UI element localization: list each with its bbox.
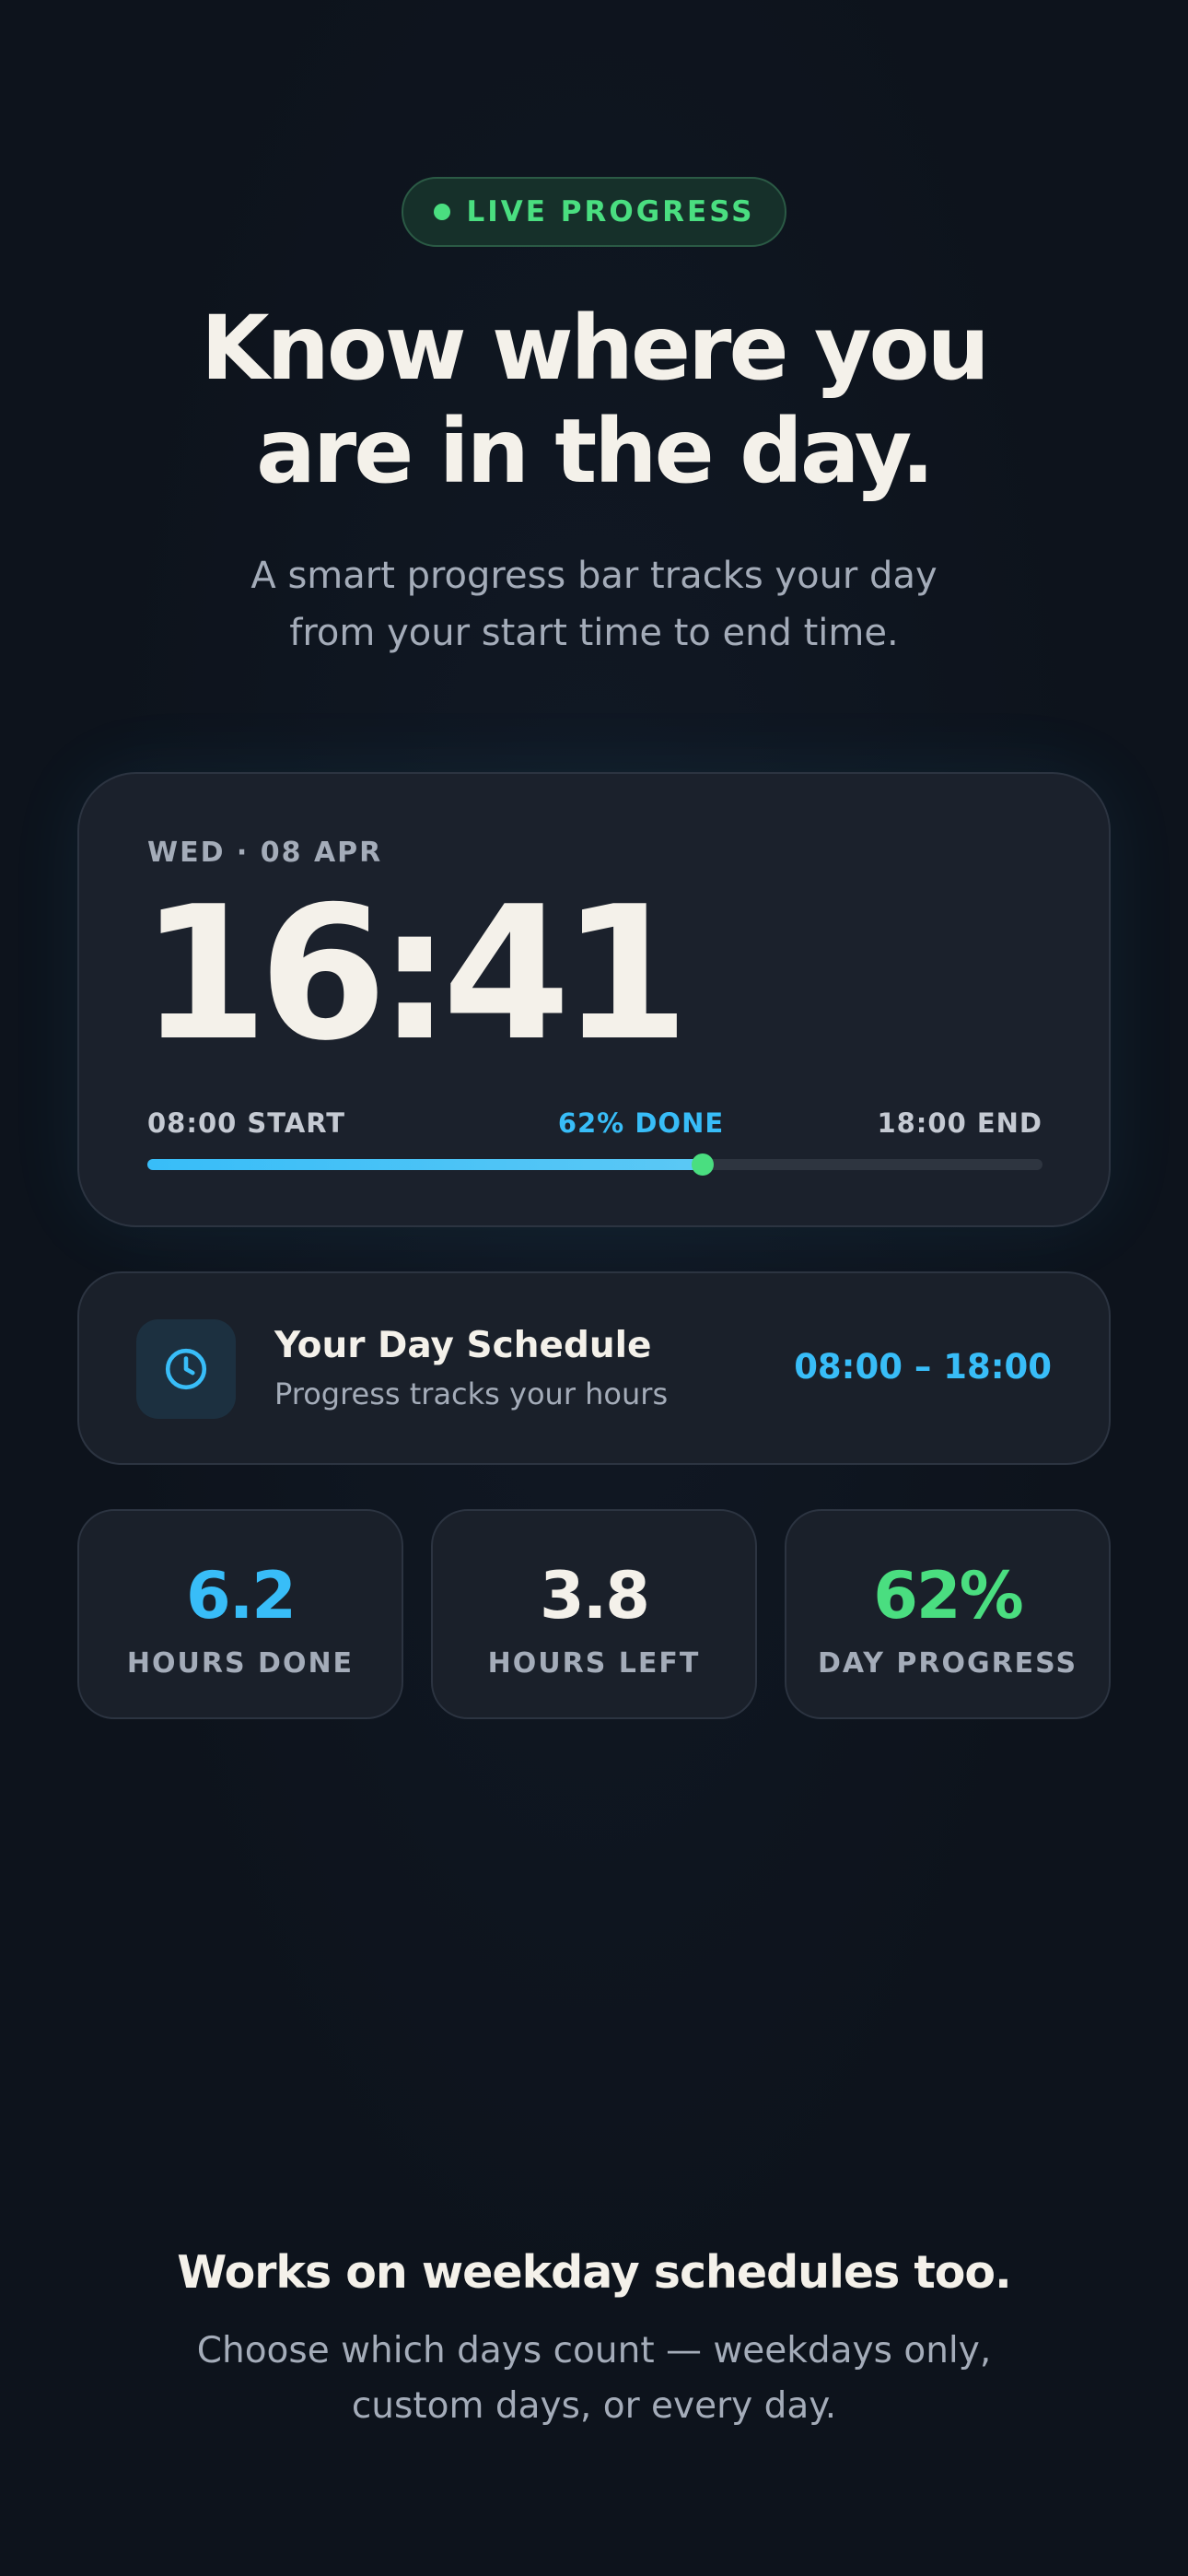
page: LIVE PROGRESS Know where you are in the … [0, 0, 1188, 2576]
stat-value: 3.8 [539, 1558, 650, 1633]
schedule-icon-tile [136, 1319, 236, 1419]
subtitle-line-2: from your start time to end time. [289, 612, 899, 654]
section-subtitle-line-2: custom days, or every day. [351, 2385, 837, 2427]
page-title: Know where you are in the day. [0, 297, 1188, 503]
section-subtitle-line-1: Choose which days count — weekdays only, [196, 2330, 992, 2371]
day-progress-fill [147, 1159, 703, 1170]
stat-label: HOURS DONE [126, 1647, 355, 1680]
title-line-2: are in the day. [256, 400, 935, 503]
stat-value: 6.2 [185, 1558, 297, 1633]
title-line-1: Know where you [201, 297, 990, 400]
clock-time: 16:41 [140, 867, 690, 1082]
schedule-title: Your Day Schedule [274, 1325, 652, 1366]
progress-knob-icon [691, 1153, 714, 1176]
clock-icon [165, 1348, 207, 1390]
stat-hours-left: 3.8 HOURS LEFT [431, 1509, 757, 1719]
live-dot-icon [433, 204, 450, 220]
schedule-range: 08:00 – 18:00 [794, 1347, 1052, 1387]
subtitle-line-1: A smart progress bar tracks your day [250, 555, 938, 597]
section-title: Works on weekday schedules too. [177, 2246, 1011, 2299]
day-progress-track [147, 1153, 1042, 1176]
start-time-label: 08:00 START [147, 1107, 346, 1139]
schedule-card[interactable]: Your Day Schedule Progress tracks your h… [77, 1271, 1111, 1465]
stat-value: 62% [873, 1558, 1024, 1633]
stat-label: HOURS LEFT [487, 1647, 701, 1680]
stat-day-progress: 62% DAY PROGRESS [785, 1509, 1111, 1719]
clock-card: WED · 08 APR 16:41 08:00 START 62% DONE … [77, 772, 1111, 1227]
progress-percent-label: 62% DONE [557, 1107, 725, 1139]
stat-hours-done: 6.2 HOURS DONE [77, 1509, 403, 1719]
section-subtitle: Choose which days count — weekdays only,… [0, 2324, 1188, 2434]
end-time-label: 18:00 END [877, 1107, 1042, 1139]
stat-label: DAY PROGRESS [817, 1647, 1078, 1680]
page-subtitle: A smart progress bar tracks your day fro… [0, 547, 1188, 662]
clock-date: WED · 08 APR [147, 837, 383, 869]
schedule-subtitle: Progress tracks your hours [274, 1376, 669, 1411]
live-progress-badge: LIVE PROGRESS [402, 177, 786, 247]
badge-label: LIVE PROGRESS [466, 195, 755, 228]
